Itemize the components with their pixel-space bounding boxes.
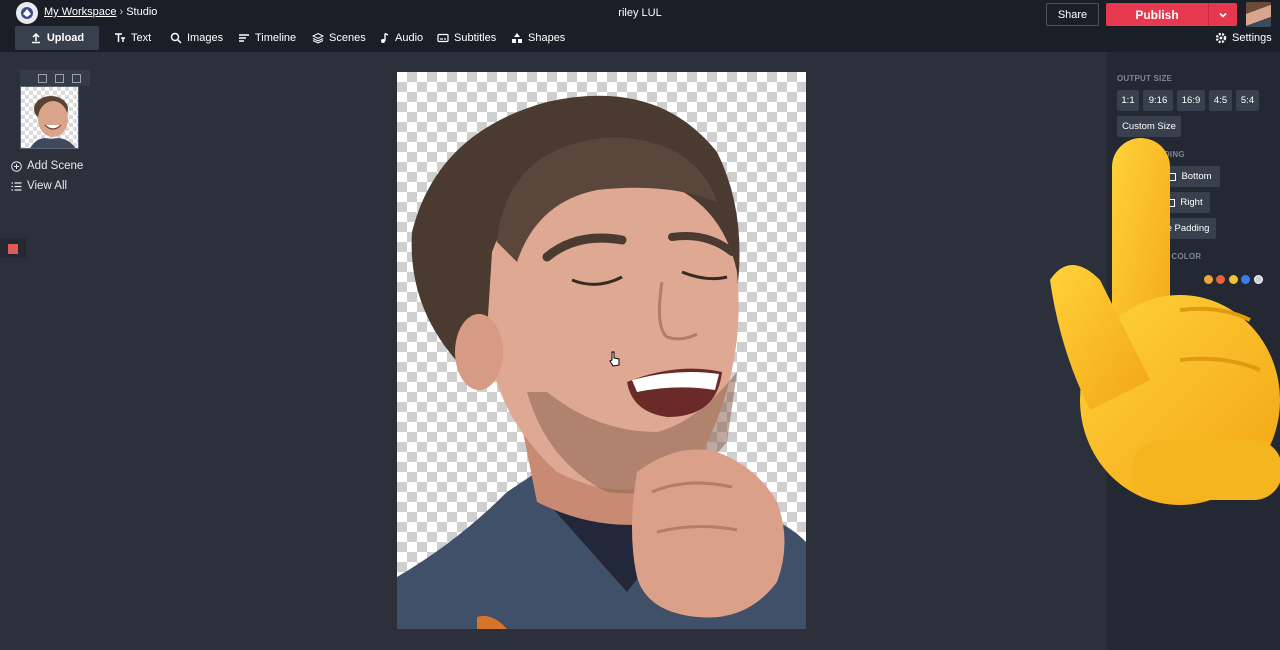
- top-bar: My Workspace › Studio riley LUL Share Publ…: [0, 0, 1280, 52]
- ratio-9-16-button[interactable]: 9:16: [1143, 90, 1173, 111]
- text-tool-button[interactable]: Text: [106, 26, 159, 50]
- workspace-link[interactable]: My Workspace: [44, 6, 117, 18]
- scenes-tool-button[interactable]: Scenes: [304, 26, 374, 50]
- add-scene-label: Add Scene: [27, 160, 84, 172]
- canvas-subject-image: [397, 95, 806, 629]
- trash-icon[interactable]: [72, 73, 81, 83]
- upload-button[interactable]: Upload: [15, 26, 99, 50]
- upload-icon: [31, 32, 40, 44]
- ratio-1-1-button[interactable]: 1:1: [1117, 90, 1139, 111]
- ratio-16-9-button[interactable]: 16:9: [1177, 90, 1205, 111]
- scene-thumbnail-image: [30, 96, 76, 148]
- publish-button[interactable]: Publish: [1106, 3, 1208, 26]
- hand-pointer-cursor-icon: [609, 351, 621, 372]
- shapes-tool-button[interactable]: Shapes: [503, 26, 573, 50]
- plus-circle-icon: [11, 160, 22, 172]
- kapwing-logo-icon[interactable]: [16, 2, 38, 24]
- audio-tool-button[interactable]: Audio: [370, 26, 431, 50]
- pointing-hand-emoji-icon: [1040, 130, 1280, 510]
- subtitles-icon: [437, 33, 449, 43]
- ratio-5-4-button[interactable]: 5:4: [1236, 90, 1259, 111]
- subtitles-tool-button[interactable]: Subtitles: [429, 26, 504, 50]
- breadcrumb-current: Studio: [126, 6, 158, 18]
- timeline-icon: [239, 34, 249, 42]
- settings-label: Settings: [1232, 32, 1272, 44]
- images-tool-button[interactable]: Images: [162, 26, 231, 50]
- scene-thumbnail[interactable]: [20, 86, 79, 149]
- audio-tool-label: Audio: [395, 32, 424, 44]
- shapes-tool-label: Shapes: [528, 32, 566, 44]
- editor-canvas[interactable]: [397, 72, 806, 629]
- subtitles-tool-label: Subtitles: [454, 32, 497, 44]
- images-tool-label: Images: [187, 32, 224, 44]
- duplicate-icon[interactable]: [55, 73, 64, 83]
- scene-menu-icon[interactable]: [38, 73, 47, 83]
- shapes-icon: [512, 33, 522, 43]
- breadcrumb-separator: ›: [119, 6, 124, 18]
- settings-button[interactable]: Settings: [1207, 26, 1280, 50]
- add-scene-button[interactable]: Add Scene: [11, 160, 83, 172]
- upload-label: Upload: [46, 32, 85, 44]
- timeline-tool-label: Timeline: [255, 32, 297, 44]
- editor-toolbar: Upload Text Images Timeline Scenes Audio…: [0, 26, 1280, 52]
- list-icon: [11, 181, 22, 191]
- view-all-label: View All: [27, 180, 68, 192]
- publish-dropdown-button[interactable]: [1208, 3, 1237, 26]
- view-all-button[interactable]: View All: [11, 180, 67, 192]
- timeline-tool-button[interactable]: Timeline: [230, 26, 304, 50]
- search-icon: [170, 32, 182, 44]
- scenes-tool-label: Scenes: [329, 32, 366, 44]
- user-avatar[interactable]: [1246, 2, 1271, 27]
- scene-thumbnail-toolbar: [20, 70, 90, 86]
- text-icon: [115, 33, 125, 42]
- chevron-down-icon: [1219, 12, 1227, 18]
- output-size-heading: OUTPUT SIZE: [1117, 74, 1173, 83]
- layers-icon: [312, 32, 324, 44]
- share-button[interactable]: Share: [1046, 3, 1099, 26]
- record-indicator-icon: [8, 244, 18, 254]
- text-tool-label: Text: [131, 32, 152, 44]
- gear-icon: [1215, 32, 1227, 44]
- breadcrumb: My Workspace › Studio: [44, 6, 157, 18]
- ratio-4-5-button[interactable]: 4:5: [1209, 90, 1232, 111]
- music-note-icon: [381, 32, 389, 43]
- timeline-marker[interactable]: [0, 238, 26, 258]
